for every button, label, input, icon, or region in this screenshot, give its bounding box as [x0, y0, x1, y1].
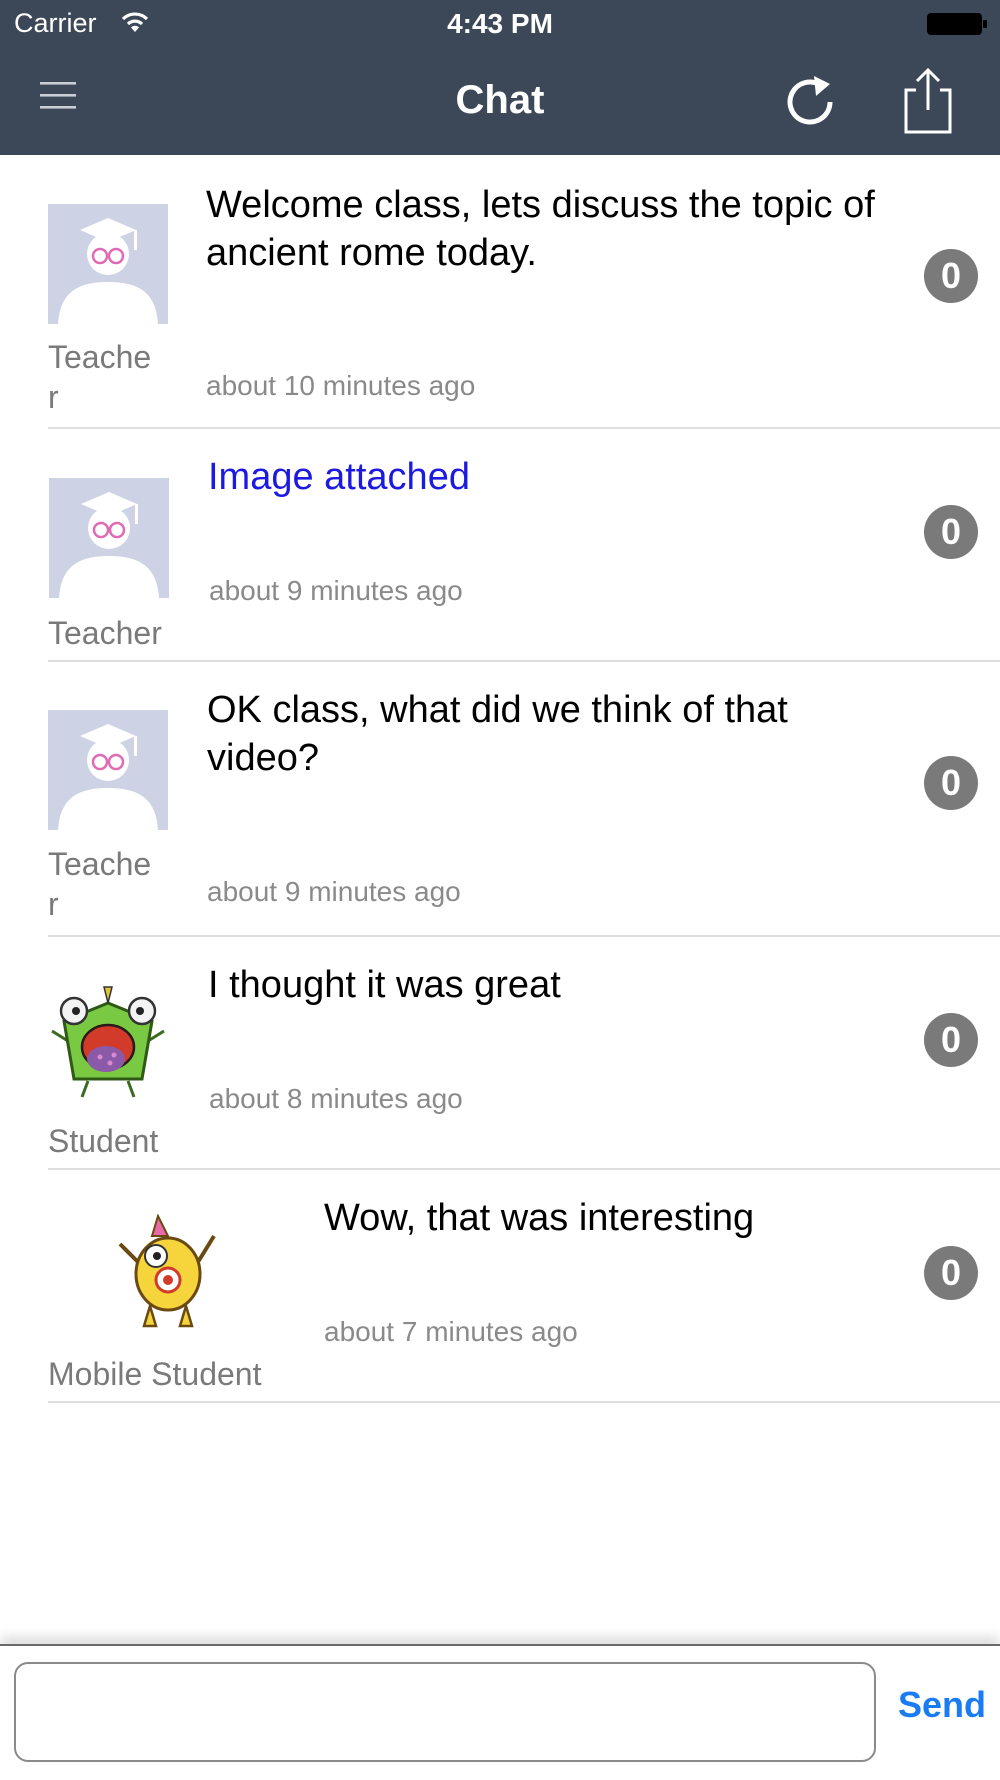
teacher-avatar-icon: [49, 478, 169, 598]
message-composer: Send: [0, 1644, 1000, 1780]
chat-message[interactable]: Teache r OK class, what did we think of …: [0, 662, 1000, 937]
message-text: OK class, what did we think of that vide…: [207, 689, 788, 779]
message-text: I thought it was great: [208, 964, 561, 1006]
message-timestamp: about 7 minutes ago: [324, 1316, 578, 1347]
nav-bar: Chat: [0, 48, 1000, 155]
teacher-avatar-icon: [48, 710, 168, 830]
refresh-icon[interactable]: [782, 72, 838, 137]
message-timestamp: about 9 minutes ago: [209, 575, 463, 606]
status-time: 4:43 PM: [447, 8, 553, 39]
send-button[interactable]: Send: [892, 1684, 992, 1740]
teacher-avatar-icon: [48, 204, 168, 324]
message-author: Teache r: [48, 846, 152, 922]
message-text: Wow, that was interesting: [324, 1197, 755, 1239]
message-timestamp: about 9 minutes ago: [207, 876, 461, 907]
reply-count-badge[interactable]: 0: [924, 1246, 978, 1300]
reply-count-badge[interactable]: 0: [924, 505, 978, 559]
chat-message[interactable]: Teacher Image attached about 9 minutes a…: [0, 429, 1000, 662]
chat-message[interactable]: Teache r Welcome class, lets discuss the…: [0, 155, 1000, 429]
yellow-monster-avatar-icon: [108, 1213, 228, 1334]
message-timestamp: about 10 minutes ago: [206, 370, 476, 401]
reply-count-badge[interactable]: 0: [924, 249, 978, 303]
chat-message[interactable]: Mobile Student Wow, that was interesting…: [0, 1170, 1000, 1403]
image-attached-link[interactable]: Image attached: [208, 453, 908, 501]
message-text: Welcome class, lets discuss the topic of…: [206, 184, 875, 274]
reply-count-badge[interactable]: 0: [924, 1013, 978, 1067]
status-bar: Carrier 4:43 PM: [0, 0, 1000, 48]
green-monster-avatar-icon: [48, 981, 168, 1101]
message-author: Mobile Student: [48, 1356, 262, 1392]
message-input[interactable]: [14, 1662, 876, 1762]
message-author: Teacher: [48, 615, 162, 651]
page-title: Chat: [455, 78, 545, 122]
app-header: Carrier 4:43 PM Chat: [0, 0, 1000, 155]
message-author: Teache r: [48, 339, 152, 415]
divider: [48, 1401, 1000, 1403]
message-author: Student: [48, 1123, 159, 1159]
reply-count-badge[interactable]: 0: [924, 756, 978, 810]
share-icon[interactable]: [900, 66, 956, 143]
battery-icon: [926, 12, 988, 41]
chat-message[interactable]: Student I thought it was great about 8 m…: [0, 937, 1000, 1170]
message-timestamp: about 8 minutes ago: [209, 1083, 463, 1114]
